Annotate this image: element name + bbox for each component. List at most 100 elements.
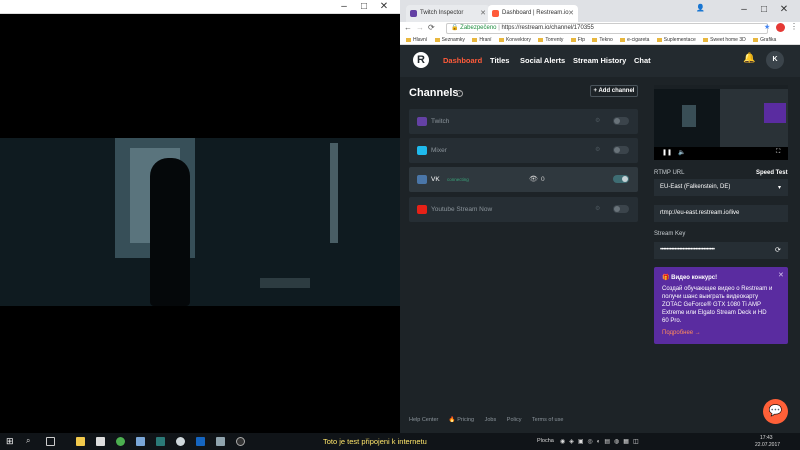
tab-close-icon[interactable]: ✕	[568, 5, 574, 22]
clock-time[interactable]: 17:43	[760, 435, 773, 441]
bookmark-item[interactable]: Suplementace	[657, 35, 696, 44]
bookmark-item[interactable]: Tekno	[592, 35, 612, 44]
server-select[interactable]: EU-East (Falkenstein, DE)	[654, 179, 788, 196]
app-icon[interactable]	[156, 437, 165, 446]
lock-icon: 🔒	[451, 25, 459, 31]
desktop: – □ ✕ Twitch Inspector ✕ Dashboard | Res…	[0, 0, 800, 450]
channel-row-vk[interactable]: VK connecting 👁 0	[409, 167, 638, 192]
nav-social-alerts[interactable]: Social Alerts	[520, 56, 565, 65]
bookmark-item[interactable]: Hlavní	[406, 35, 427, 44]
video-frame[interactable]	[0, 138, 400, 306]
volume-icon[interactable]: 🔈	[678, 149, 685, 156]
fullscreen-icon[interactable]: ⛶	[776, 149, 780, 156]
user-profile-icon[interactable]: 👤	[696, 4, 705, 12]
add-channel-button[interactable]: + Add channel	[590, 85, 638, 97]
system-tray-icons[interactable]: ◉◈▣◎◐▤◍▦◫	[560, 438, 643, 445]
promo-more-link[interactable]: Подробнее →	[662, 330, 701, 336]
channel-row-youtube[interactable]: Youtube Stream Now ⚙	[409, 197, 638, 222]
search-icon[interactable]: ⌕	[26, 436, 30, 446]
app-icon[interactable]	[176, 437, 185, 446]
close-icon[interactable]: ✕	[778, 271, 784, 279]
promo-body: Создай обучающее видео о Restream и полу…	[662, 286, 773, 324]
nav-titles[interactable]: Titles	[490, 56, 509, 65]
footer-pricing[interactable]: 🔥 Pricing	[449, 417, 474, 423]
gear-icon[interactable]: ⚙	[595, 205, 600, 212]
tab-twitch-inspector[interactable]: Twitch Inspector ✕	[406, 5, 490, 22]
bookmark-item[interactable]: Hraní	[472, 35, 491, 44]
video-player-window: – □ ✕	[0, 0, 400, 433]
chrome-icon[interactable]	[116, 437, 125, 446]
reload-icon[interactable]: ⟳	[428, 23, 435, 32]
channel-row-twitch[interactable]: Twitch ⚙	[409, 109, 638, 134]
stream-preview[interactable]: ❚❚ 🔈 ⛶	[654, 85, 788, 160]
bookmark-item[interactable]: Sweet home 3D	[703, 35, 746, 44]
preview-light-window	[682, 105, 696, 127]
minimize-icon[interactable]: –	[336, 0, 352, 14]
footer-help-center[interactable]: Help Center	[409, 417, 438, 423]
maximize-icon[interactable]: □	[356, 0, 372, 14]
page-footer: Help Center 🔥 Pricing Jobs Policy Terms …	[409, 417, 572, 423]
footer-policy[interactable]: Policy	[507, 417, 522, 423]
clock-date[interactable]: 22.07.2017	[755, 442, 780, 448]
bookmark-item[interactable]: Seznamky	[435, 35, 465, 44]
channel-toggle[interactable]	[613, 175, 629, 183]
file-explorer-icon[interactable]	[76, 437, 85, 446]
channel-name: Youtube Stream Now	[431, 206, 493, 213]
url-field[interactable]: 🔒 Zabezpečeno | https://restream.io/chan…	[446, 23, 768, 34]
tab-close-icon[interactable]: ✕	[480, 5, 486, 22]
extension-icon[interactable]	[776, 23, 785, 32]
app-icon[interactable]	[136, 437, 145, 446]
tab-restream-dashboard[interactable]: Dashboard | Restream.io ✕	[488, 5, 578, 22]
windows-start-icon[interactable]: ⊞	[6, 436, 14, 447]
tab-bar: Twitch Inspector ✕ Dashboard | Restream.…	[400, 0, 800, 22]
browser-window: Twitch Inspector ✕ Dashboard | Restream.…	[400, 0, 800, 433]
promo-title: 🎁 Видео конкурс!	[662, 275, 718, 281]
steam-icon[interactable]	[196, 437, 205, 446]
support-chat-button[interactable]: 💬	[763, 399, 788, 424]
back-arrow-icon[interactable]: ←	[404, 23, 412, 32]
minimize-icon[interactable]: –	[736, 3, 752, 17]
obs-icon[interactable]	[236, 437, 245, 446]
close-icon[interactable]: ✕	[376, 0, 392, 14]
nav-dashboard[interactable]: Dashboard	[443, 56, 482, 65]
help-question-icon[interactable]: ?	[456, 90, 463, 97]
bookmark-item[interactable]: Grafika	[753, 35, 776, 44]
user-avatar[interactable]: K	[766, 51, 784, 69]
footer-jobs[interactable]: Jobs	[485, 417, 497, 423]
bookmark-star-icon[interactable]: ★	[764, 23, 770, 31]
video-contest-promo: 🎁 Видео конкурс! ✕ Создай обучающее виде…	[654, 267, 788, 344]
bookmark-item[interactable]: e-cigareta	[620, 35, 649, 44]
app-icon[interactable]	[216, 437, 225, 446]
secure-label: Zabezpečeno	[460, 25, 497, 31]
rtmp-url-field[interactable]: rtmp://eu-east.restream.io/live	[654, 205, 788, 222]
close-icon[interactable]: ✕	[776, 3, 792, 17]
stream-key-field[interactable]: ••••••••••••••••••••••••••••••••••	[654, 242, 788, 259]
speed-test-link[interactable]: Speed Test	[756, 170, 788, 176]
desktop-toolbar-label[interactable]: Plocha	[537, 438, 554, 444]
tab-title: Twitch Inspector	[420, 10, 464, 16]
channel-toggle[interactable]	[613, 205, 629, 213]
store-icon[interactable]	[96, 437, 105, 446]
channel-toggle[interactable]	[613, 117, 629, 125]
channel-toggle[interactable]	[613, 146, 629, 154]
video-background	[0, 138, 400, 306]
nav-chat[interactable]: Chat	[634, 56, 651, 65]
mixer-icon	[417, 146, 427, 155]
maximize-icon[interactable]: □	[756, 3, 772, 17]
preview-controls: ❚❚ 🔈 ⛶	[654, 147, 788, 160]
footer-terms[interactable]: Terms of use	[532, 417, 563, 423]
bookmark-item[interactable]: Konvektory	[499, 35, 531, 44]
refresh-key-icon[interactable]: ⟳	[775, 246, 781, 254]
gear-icon[interactable]: ⚙	[595, 117, 600, 124]
nav-stream-history[interactable]: Stream History	[573, 56, 626, 65]
forward-arrow-icon[interactable]: →	[416, 23, 424, 32]
menu-kebab-icon[interactable]: ⋮	[790, 22, 798, 31]
channel-row-mixer[interactable]: Mixer ⚙	[409, 138, 638, 163]
pause-icon[interactable]: ❚❚	[662, 149, 672, 156]
bookmark-item[interactable]: Torrenty	[538, 35, 563, 44]
gear-icon[interactable]: ⚙	[595, 146, 600, 153]
restream-logo[interactable]: R	[413, 52, 429, 68]
task-view-icon[interactable]	[46, 437, 55, 446]
bookmark-item[interactable]: Ftp	[571, 35, 585, 44]
notification-bell-icon[interactable]: 🔔	[743, 53, 755, 64]
